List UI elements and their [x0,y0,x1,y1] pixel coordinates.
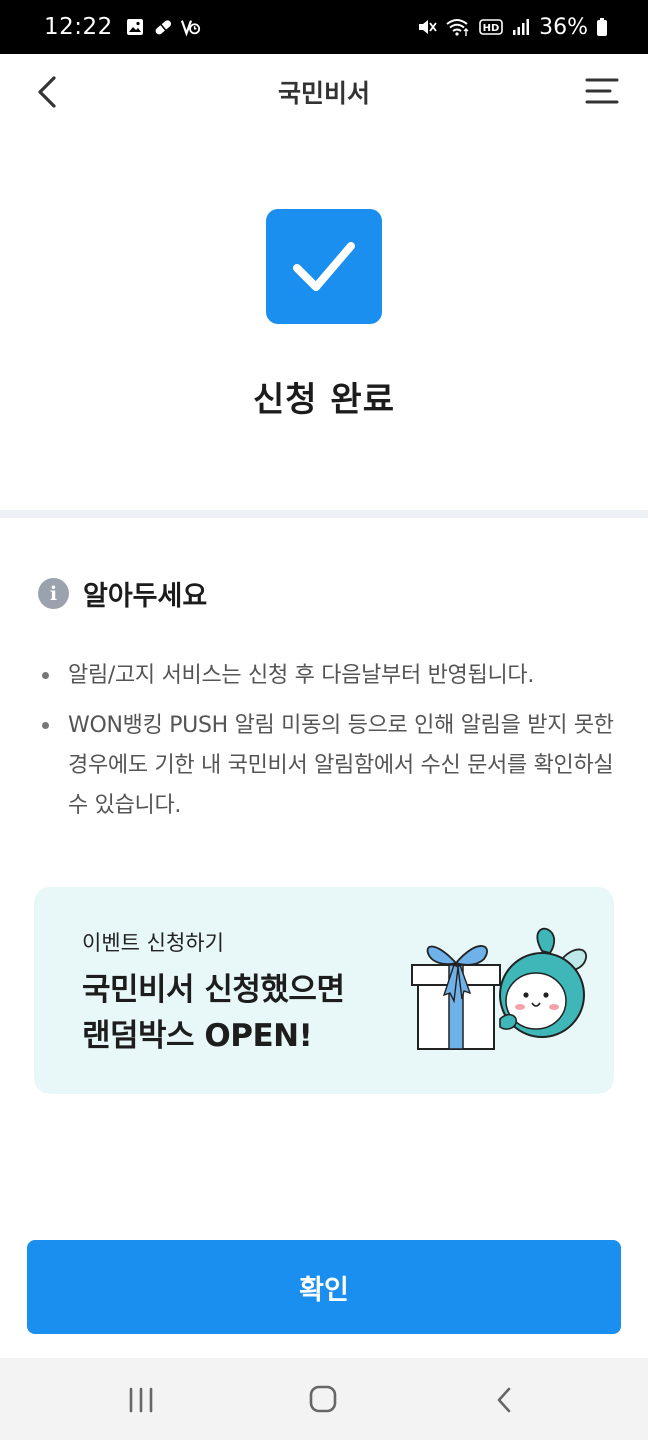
pill-icon [155,20,171,35]
page-title: 국민비서 [277,79,370,108]
banner-title-line2: 랜덤박스 OPEN! [82,1018,313,1054]
gift-box-mascot-illustration [411,927,587,1050]
checkmark-icon [293,241,355,291]
recent-apps-icon[interactable] [126,1386,156,1414]
notice-header: i 알아두세요 [38,574,207,613]
status-right: HD 36% [417,15,608,40]
status-bar: 12:22 HD 36% [0,0,648,54]
back-icon[interactable] [494,1386,514,1414]
checkbox-checked-icon [266,209,382,324]
notice-title: 알아두세요 [83,581,208,612]
chevron-left-icon[interactable] [32,72,68,112]
hd-icon: HD [479,19,503,35]
system-nav-bar [0,1358,648,1440]
completion-title: 신청 완료 [253,380,395,420]
mute-icon [419,20,437,34]
battery-percent: 36% [539,14,588,40]
battery-icon [597,18,607,36]
event-banner[interactable]: 이벤트 신청하기 국민비서 신청했으면 랜덤박스 OPEN! [34,887,614,1094]
gallery-icon [126,19,143,35]
hamburger-menu-icon[interactable] [584,76,620,106]
svg-text:HD: HD [483,23,500,34]
app-header: 국민비서 [0,54,648,130]
home-icon[interactable] [308,1384,338,1414]
info-icon: i [38,578,69,609]
vpn-icon [180,20,200,37]
status-left-icons [125,17,201,37]
banner-subtitle: 이벤트 신청하기 [82,931,224,955]
signal-icon [513,19,530,35]
section-divider [0,510,648,518]
status-time: 12:22 [44,14,113,40]
notice-item: WON뱅킹 PUSH 알림 미동의 등으로 인해 알림을 받지 못한 경우에도 … [40,706,620,826]
notice-item: 알림/고지 서비스는 신청 후 다음날부터 반영됩니다. [40,656,620,696]
confirm-button[interactable]: 확인 [27,1240,621,1334]
notice-list: 알림/고지 서비스는 신청 후 다음날부터 반영됩니다. WON뱅킹 PUSH … [40,656,620,836]
banner-title: 국민비서 신청했으면 랜덤박스 OPEN! [82,967,345,1059]
banner-title-line1: 국민비서 신청했으면 [82,972,345,1008]
wifi-icon [446,19,469,36]
